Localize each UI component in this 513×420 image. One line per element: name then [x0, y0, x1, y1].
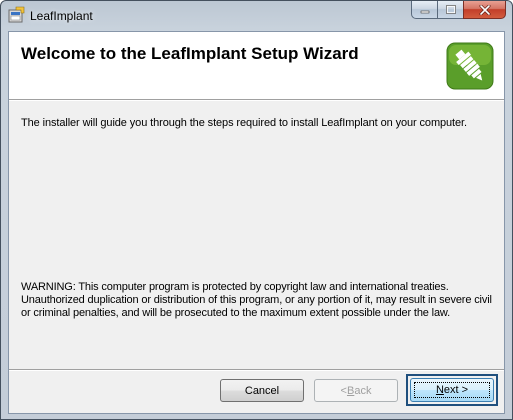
close-button[interactable]: [463, 1, 506, 19]
minimize-icon: [420, 10, 429, 13]
minimize-button[interactable]: [411, 1, 437, 19]
back-button-mnemonic: B: [346, 384, 355, 397]
wizard-client-area: Welcome to the LeafImplant Setup Wizard …: [8, 31, 505, 414]
close-icon: [479, 4, 490, 15]
back-button[interactable]: < Back: [314, 379, 398, 402]
banner-separator: [9, 99, 504, 101]
cancel-button[interactable]: Cancel: [220, 379, 304, 402]
maximize-icon: [445, 5, 456, 14]
wizard-banner: Welcome to the LeafImplant Setup Wizard: [9, 32, 504, 99]
next-button[interactable]: Next >: [410, 378, 494, 402]
page-title: Welcome to the LeafImplant Setup Wizard: [21, 44, 359, 63]
button-separator: [9, 369, 504, 371]
window-title: LeafImplant: [30, 9, 93, 23]
title-bar[interactable]: LeafImplant: [1, 1, 512, 31]
maximize-button[interactable]: [437, 1, 463, 19]
back-button-label: ack: [354, 384, 372, 397]
leafimplant-logo: [446, 42, 494, 90]
caption-buttons: [411, 1, 506, 20]
intro-text: The installer will guide you through the…: [21, 117, 467, 129]
installer-window: LeafImplant Welcome to the LeafImplant S…: [0, 0, 513, 420]
next-button-rest: ext >: [443, 384, 469, 396]
installer-icon[interactable]: [8, 6, 26, 24]
next-button-mnemonic: N: [435, 384, 444, 396]
copyright-warning: WARNING: This computer program is protec…: [21, 281, 492, 319]
next-button-label: Next >: [436, 384, 468, 396]
